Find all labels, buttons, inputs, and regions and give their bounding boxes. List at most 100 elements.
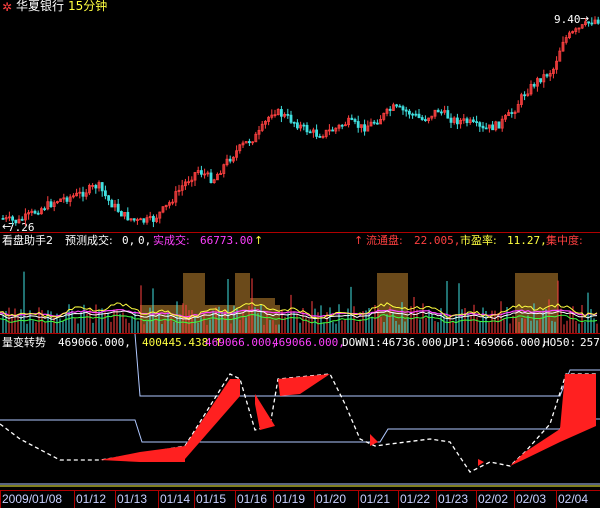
date-label: 01/19 [275,492,306,506]
level-line-upper [0,418,600,443]
signal-fill [278,374,330,396]
date-separator [115,491,116,508]
candle [251,141,255,146]
candle [171,198,175,206]
date-separator [194,491,195,508]
candle [289,110,293,124]
candle [347,115,351,128]
candle [129,218,133,222]
candle [523,91,526,101]
candle [385,107,389,117]
candle [395,103,399,109]
candle [337,123,341,132]
candle [427,117,431,124]
candle [580,24,584,30]
float-label: 流通盘: [366,234,403,247]
candle [123,212,126,220]
candle [539,78,542,84]
candle [46,196,50,211]
candle [14,219,18,226]
date-separator [0,491,1,508]
candle [388,106,392,117]
candle [436,108,440,113]
candle [417,109,421,119]
candle [529,80,533,96]
candle [584,18,587,27]
candle [363,119,367,136]
volume-turn-pane[interactable]: 量变转势 469066.000, 400445.438 ↑ 469066.000… [0,334,600,491]
candle [241,140,245,148]
candle [369,118,373,127]
candle [257,125,261,140]
candle [311,127,315,138]
price-pane[interactable]: ✲ 华夏银行 15分钟 9.40 7.26 ← → [0,0,600,234]
candle [295,119,299,130]
candle [513,110,517,119]
date-label: 2009/01/08 [2,492,63,506]
candle [478,121,482,132]
date-label: 01/14 [160,492,191,506]
candle [455,113,459,130]
candle [244,141,248,144]
candle [110,198,114,208]
candle [116,199,120,213]
candle [81,186,85,202]
candle [139,217,143,221]
candle [475,115,479,127]
candle [366,120,370,132]
candle [40,206,43,215]
candle [331,126,335,132]
candle [276,108,280,116]
volume-turn-chart [0,334,600,487]
date-separator [398,491,399,508]
candle [299,121,303,132]
value-4: 469066.000, [272,336,345,349]
date-label: 01/21 [360,492,391,506]
candle [151,214,155,228]
candle [283,112,287,119]
date-separator [476,491,477,508]
candle [161,206,165,214]
candle [439,109,443,116]
candle [318,133,322,138]
candle [411,112,415,119]
candle [321,134,325,139]
date-label: 02/02 [478,492,509,506]
candle [545,73,549,79]
pe-value: 11.27, [507,234,547,247]
indicator-name: 看盘助手2 [2,234,53,247]
candle [568,30,571,40]
candle [420,115,424,121]
candle [212,178,216,184]
candle [180,179,184,196]
candle [574,27,578,35]
candle [56,200,59,205]
candle [555,56,558,74]
candle [247,138,251,146]
indicator-pane[interactable]: 看盘助手2 预测成交: 0, 0, 实成交: 66773.00 ↑ ↑ 流通盘:… [0,233,600,333]
candle [305,122,309,135]
candle [449,113,453,128]
forecast-value-2: 0, [138,234,152,247]
candle [382,112,386,122]
date-axis: 2009/01/08 01/12 01/13 01/14 01/15 01/16 01/19… [0,491,600,508]
candle [155,214,159,224]
candle [433,109,437,119]
candle [487,124,491,133]
candle [113,199,117,212]
candle [536,76,539,92]
candle [375,119,379,125]
candle [148,211,152,221]
candle [558,47,562,62]
candle [372,119,376,125]
candle [552,67,555,79]
candle [132,218,136,223]
candle [260,121,264,133]
candle [465,116,469,127]
actual-value: 66773.00 [200,234,253,247]
date-label: 02/04 [558,492,589,506]
candle [196,166,200,175]
date-label: 02/03 [516,492,547,506]
candle [401,104,405,115]
candle [135,217,139,225]
